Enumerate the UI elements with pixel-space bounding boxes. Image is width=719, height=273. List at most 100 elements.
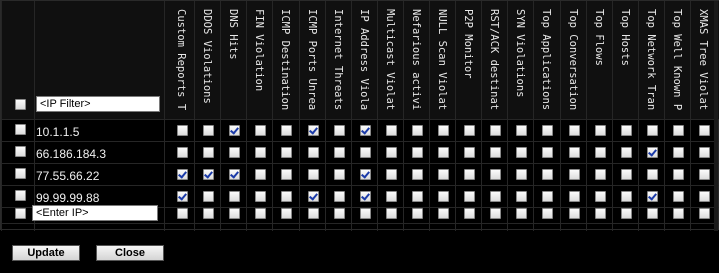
column-header[interactable]: IP Address Viola: [357, 9, 371, 113]
column-header[interactable]: Top Hosts: [618, 9, 632, 113]
new-row-report-checkbox[interactable]: [334, 208, 345, 219]
report-checkbox[interactable]: [386, 169, 397, 180]
report-checkbox[interactable]: [177, 147, 188, 158]
column-header[interactable]: P2P Monitor: [461, 9, 475, 113]
new-row-report-checkbox[interactable]: [203, 208, 214, 219]
report-checkbox[interactable]: [281, 125, 292, 136]
report-checkbox[interactable]: [464, 169, 475, 180]
report-checkbox[interactable]: [673, 191, 684, 202]
new-row-report-checkbox[interactable]: [490, 208, 501, 219]
report-checkbox[interactable]: [490, 147, 501, 158]
report-checkbox[interactable]: [203, 125, 214, 136]
column-header[interactable]: DDOS Violations: [200, 9, 214, 113]
report-checkbox[interactable]: [255, 147, 266, 158]
new-row-report-checkbox[interactable]: [699, 208, 710, 219]
report-checkbox[interactable]: [490, 169, 501, 180]
scrollbar[interactable]: [714, 1, 718, 231]
report-checkbox[interactable]: [699, 191, 710, 202]
report-checkbox[interactable]: [569, 191, 580, 202]
report-checkbox-checked[interactable]: [229, 125, 240, 136]
report-checkbox[interactable]: [255, 191, 266, 202]
report-checkbox[interactable]: [699, 125, 710, 136]
new-row-report-checkbox[interactable]: [542, 208, 553, 219]
update-button[interactable]: Update: [12, 245, 80, 261]
report-checkbox[interactable]: [386, 147, 397, 158]
report-checkbox[interactable]: [621, 169, 632, 180]
report-checkbox[interactable]: [203, 147, 214, 158]
report-checkbox[interactable]: [464, 147, 475, 158]
column-header[interactable]: ICMP Ports Unrea: [305, 9, 319, 113]
report-checkbox[interactable]: [438, 169, 449, 180]
report-checkbox[interactable]: [464, 191, 475, 202]
new-row-report-checkbox[interactable]: [569, 208, 580, 219]
new-row-report-checkbox[interactable]: [595, 208, 606, 219]
new-row-report-checkbox[interactable]: [673, 208, 684, 219]
report-checkbox-checked[interactable]: [203, 169, 214, 180]
column-header[interactable]: XMAS Tree Violat: [696, 9, 710, 113]
column-header[interactable]: Top Conversation: [566, 9, 580, 113]
column-header[interactable]: Internet Threats: [331, 9, 345, 113]
column-header[interactable]: FIN Violation: [252, 9, 266, 113]
column-header[interactable]: Top Well Known P: [670, 9, 684, 113]
row-select-checkbox[interactable]: [15, 190, 26, 201]
report-checkbox[interactable]: [516, 169, 527, 180]
new-row-report-checkbox[interactable]: [412, 208, 423, 219]
new-row-report-checkbox[interactable]: [386, 208, 397, 219]
column-header[interactable]: Top Flows: [592, 9, 606, 113]
column-header[interactable]: Nefarious activi: [409, 9, 423, 113]
report-checkbox[interactable]: [334, 191, 345, 202]
new-row-report-checkbox[interactable]: [308, 208, 319, 219]
new-row-checkbox[interactable]: [15, 208, 26, 219]
new-row-report-checkbox[interactable]: [281, 208, 292, 219]
report-checkbox[interactable]: [490, 125, 501, 136]
report-checkbox[interactable]: [255, 169, 266, 180]
new-row-report-checkbox[interactable]: [647, 208, 658, 219]
close-button[interactable]: Close: [96, 245, 164, 261]
report-checkbox[interactable]: [699, 169, 710, 180]
report-checkbox[interactable]: [569, 147, 580, 158]
report-checkbox[interactable]: [569, 125, 580, 136]
select-all-checkbox[interactable]: [15, 99, 26, 110]
new-row-report-checkbox[interactable]: [177, 208, 188, 219]
report-checkbox-checked[interactable]: [229, 169, 240, 180]
new-row-report-checkbox[interactable]: [621, 208, 632, 219]
column-header[interactable]: Top Applications: [539, 9, 553, 113]
report-checkbox[interactable]: [621, 125, 632, 136]
report-checkbox[interactable]: [334, 169, 345, 180]
report-checkbox[interactable]: [569, 169, 580, 180]
report-checkbox[interactable]: [464, 125, 475, 136]
report-checkbox-checked[interactable]: [647, 147, 658, 158]
row-select-checkbox[interactable]: [15, 168, 26, 179]
report-checkbox[interactable]: [673, 169, 684, 180]
report-checkbox[interactable]: [595, 169, 606, 180]
column-header[interactable]: Custom Reports T: [174, 9, 188, 113]
column-header[interactable]: ICMP Destination: [278, 9, 292, 113]
report-checkbox[interactable]: [203, 191, 214, 202]
report-checkbox-checked[interactable]: [360, 191, 371, 202]
report-checkbox[interactable]: [308, 169, 319, 180]
report-checkbox[interactable]: [647, 169, 658, 180]
report-checkbox[interactable]: [308, 147, 319, 158]
report-checkbox-checked[interactable]: [360, 169, 371, 180]
column-header[interactable]: Top Network Tran: [644, 9, 658, 113]
report-checkbox[interactable]: [673, 125, 684, 136]
report-checkbox[interactable]: [673, 147, 684, 158]
report-checkbox[interactable]: [542, 125, 553, 136]
report-checkbox[interactable]: [647, 125, 658, 136]
report-checkbox[interactable]: [229, 147, 240, 158]
report-checkbox[interactable]: [699, 147, 710, 158]
report-checkbox[interactable]: [516, 147, 527, 158]
report-checkbox[interactable]: [177, 125, 188, 136]
report-checkbox[interactable]: [621, 191, 632, 202]
new-row-report-checkbox[interactable]: [516, 208, 527, 219]
report-checkbox[interactable]: [438, 125, 449, 136]
report-checkbox-checked[interactable]: [177, 191, 188, 202]
report-checkbox[interactable]: [438, 147, 449, 158]
report-checkbox[interactable]: [360, 147, 371, 158]
report-checkbox[interactable]: [595, 191, 606, 202]
row-select-checkbox[interactable]: [15, 146, 26, 157]
report-checkbox-checked[interactable]: [308, 191, 319, 202]
report-checkbox[interactable]: [542, 169, 553, 180]
column-header[interactable]: NULL Scan Violat: [435, 9, 449, 113]
enter-ip-input[interactable]: <Enter IP>: [32, 205, 158, 221]
